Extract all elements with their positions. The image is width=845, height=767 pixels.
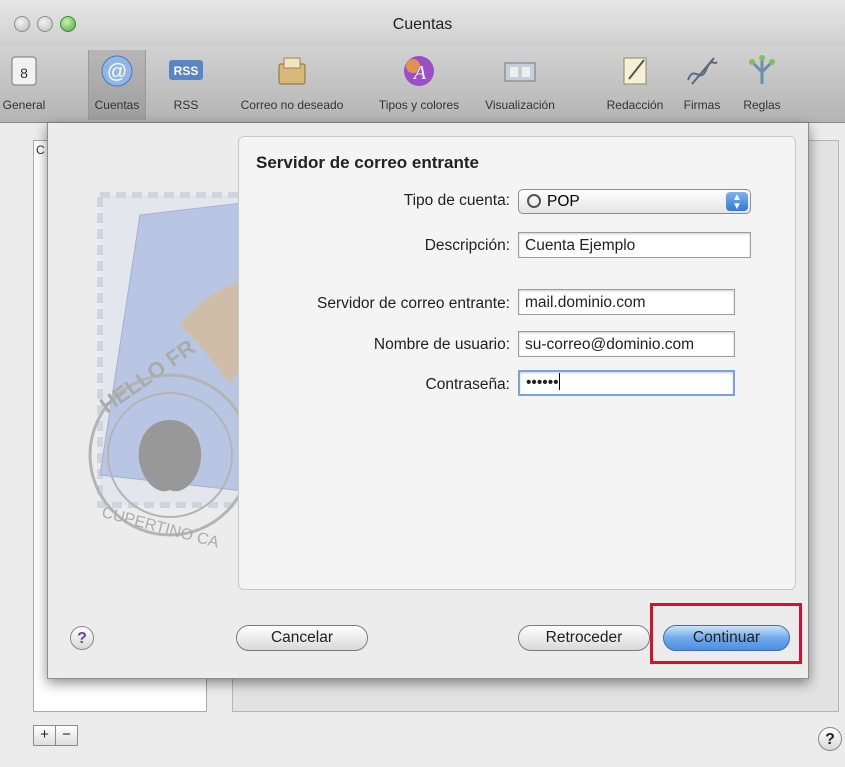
- password-field[interactable]: ••••••: [518, 370, 735, 396]
- toolbar-label-general: General: [2, 98, 46, 112]
- at-sign-icon: @: [101, 55, 133, 87]
- svg-text:A: A: [412, 62, 427, 84]
- toolbar-label-fonts-colors: Tipos y colores: [378, 98, 460, 112]
- toolbar-item-signatures[interactable]: Firmas: [678, 50, 726, 120]
- globe-icon: [527, 194, 541, 208]
- svg-text:@: @: [107, 61, 127, 83]
- chevron-up-down-icon: ▲ ▼: [726, 192, 748, 212]
- svg-text:RSS: RSS: [174, 64, 199, 78]
- remove-account-button[interactable]: −: [55, 725, 78, 746]
- composing-icon: [623, 57, 647, 85]
- account-type-value: POP: [547, 193, 580, 210]
- toolbar-label-rss: RSS: [173, 98, 199, 112]
- toolbar-label-viewing: Visualización: [485, 98, 555, 112]
- fonts-colors-icon: A: [404, 56, 434, 86]
- password-value: ••••••: [526, 374, 559, 391]
- toolbar-item-junk-mail[interactable]: Correo no deseado: [222, 50, 362, 120]
- username-label: Nombre de usuario:: [373, 336, 510, 353]
- description-label: Descripción:: [424, 237, 510, 254]
- toolbar-item-cuentas[interactable]: @ Cuentas: [88, 50, 146, 120]
- account-type-select[interactable]: POP ▲ ▼: [518, 189, 751, 214]
- junk-mail-icon: [278, 57, 306, 85]
- incoming-server-label: Servidor de correo entrante:: [317, 295, 510, 312]
- toolbar-label-signatures: Firmas: [683, 98, 721, 112]
- main-help-button[interactable]: ?: [818, 727, 842, 751]
- account-type-label: Tipo de cuenta:: [403, 192, 510, 209]
- toolbar-item-rss[interactable]: RSS RSS: [160, 50, 212, 120]
- viewing-icon: [504, 62, 536, 82]
- toolbar-label-junk-mail: Correo no deseado: [240, 98, 344, 112]
- toolbar-label-cuentas: Cuentas: [94, 98, 140, 112]
- general-icon: 8: [11, 56, 37, 86]
- incoming-server-field[interactable]: mail.dominio.com: [518, 289, 735, 315]
- username-field[interactable]: su-correo@dominio.com: [518, 331, 735, 357]
- toolbar-item-composing[interactable]: Redacción: [596, 50, 674, 120]
- toolbar-label-composing: Redacción: [606, 98, 664, 112]
- back-button[interactable]: Retroceder: [518, 625, 650, 651]
- toolbar-label-rules: Reglas: [743, 98, 781, 112]
- sheet-heading: Servidor de correo entrante: [256, 153, 479, 172]
- svg-text:8: 8: [20, 65, 28, 81]
- description-field[interactable]: Cuenta Ejemplo: [518, 232, 751, 258]
- toolbar-item-general[interactable]: 8 General: [0, 50, 48, 120]
- text-cursor: [558, 373, 560, 390]
- toolbar-item-viewing[interactable]: Visualización: [470, 50, 570, 120]
- accounts-list-header: C: [36, 143, 45, 157]
- toolbar-item-fonts-colors[interactable]: A Tipos y colores: [370, 50, 468, 120]
- window-title: Cuentas: [392, 16, 453, 33]
- signatures-icon: [687, 57, 718, 85]
- cancel-button[interactable]: Cancelar: [236, 625, 368, 651]
- sheet-help-button[interactable]: ?: [70, 626, 94, 650]
- rules-icon: [749, 55, 775, 84]
- rss-icon: RSS: [169, 60, 203, 80]
- password-label: Contraseña:: [425, 376, 510, 393]
- add-account-button[interactable]: +: [33, 725, 56, 746]
- toolbar-item-rules[interactable]: Reglas: [734, 50, 790, 120]
- continue-highlight-box: [650, 603, 802, 664]
